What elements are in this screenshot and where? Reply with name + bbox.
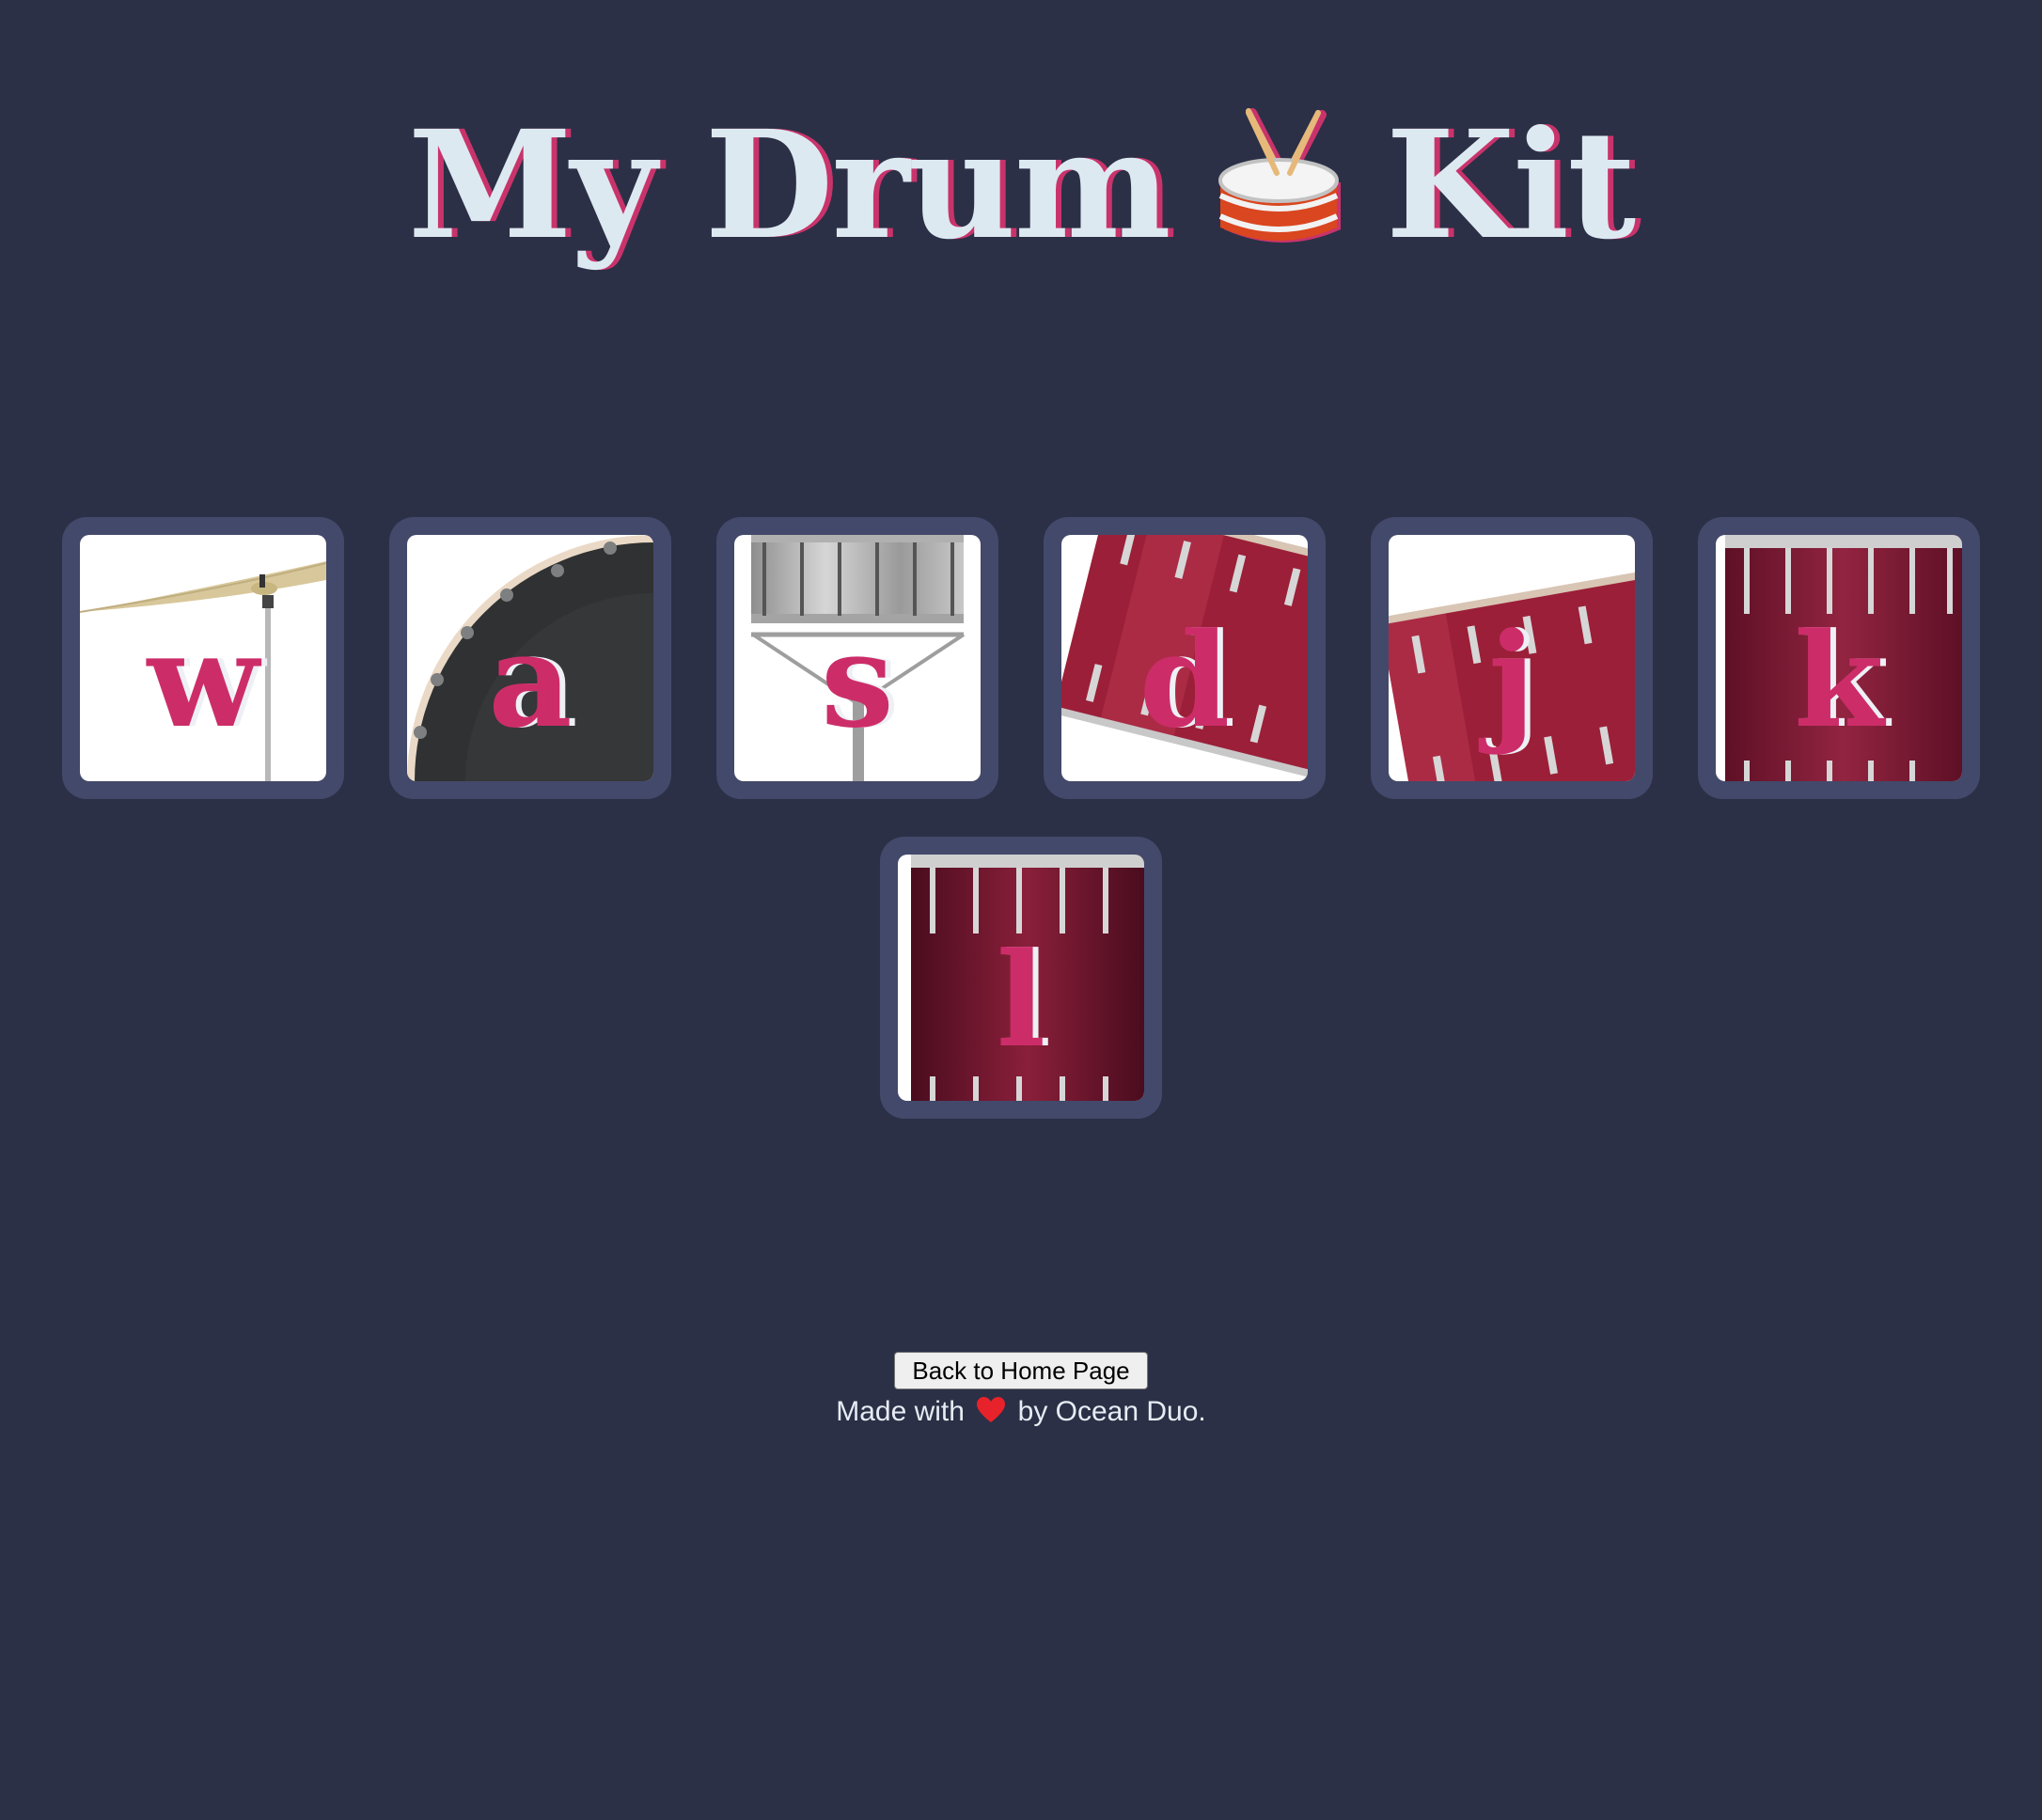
pad-k-tom3[interactable]: k [1698,517,1980,799]
pad-key-label: k [1794,604,1884,757]
pad-d-tom1[interactable]: d [1044,517,1326,799]
pad-d-face[interactable]: d [1061,535,1308,781]
pad-s-face[interactable]: s [734,535,981,781]
pad-key-label: d [1139,604,1231,757]
pad-s-snare[interactable]: s [716,517,998,799]
pad-j-tom2[interactable]: j [1371,517,1653,799]
pad-key-label: s [821,604,894,757]
pad-k-face[interactable]: k [1716,535,1962,781]
pad-key-label: l [996,923,1046,1076]
footer-by-line: by Ocean Duo. [1017,1396,1206,1427]
pad-l-face[interactable]: l [898,855,1144,1101]
pad-j-face[interactable]: j [1389,535,1635,781]
pad-w-face[interactable]: w [80,535,326,781]
pad-a-kick[interactable]: a [389,517,671,799]
pad-key-label: w [147,604,259,757]
title-text-start: My Drum [407,99,1171,273]
pad-l-tom4[interactable]: l [880,837,1162,1119]
footer-credit: Made with by Ocean Duo. [0,1393,2042,1431]
footer-made-with: Made with [836,1396,965,1427]
drum-with-sticks-icon [1217,105,1348,256]
pad-w-crash[interactable]: w [62,517,344,799]
page-title: My Drum Kit [0,89,2042,271]
pad-a-face[interactable]: a [407,535,653,781]
pad-key-label: a [488,604,573,757]
title-text-end: Kit [1385,99,1636,273]
back-to-home-button[interactable]: Back to Home Page [894,1352,1148,1389]
pad-key-label: j [1488,604,1535,757]
red-heart-icon [976,1396,1006,1424]
